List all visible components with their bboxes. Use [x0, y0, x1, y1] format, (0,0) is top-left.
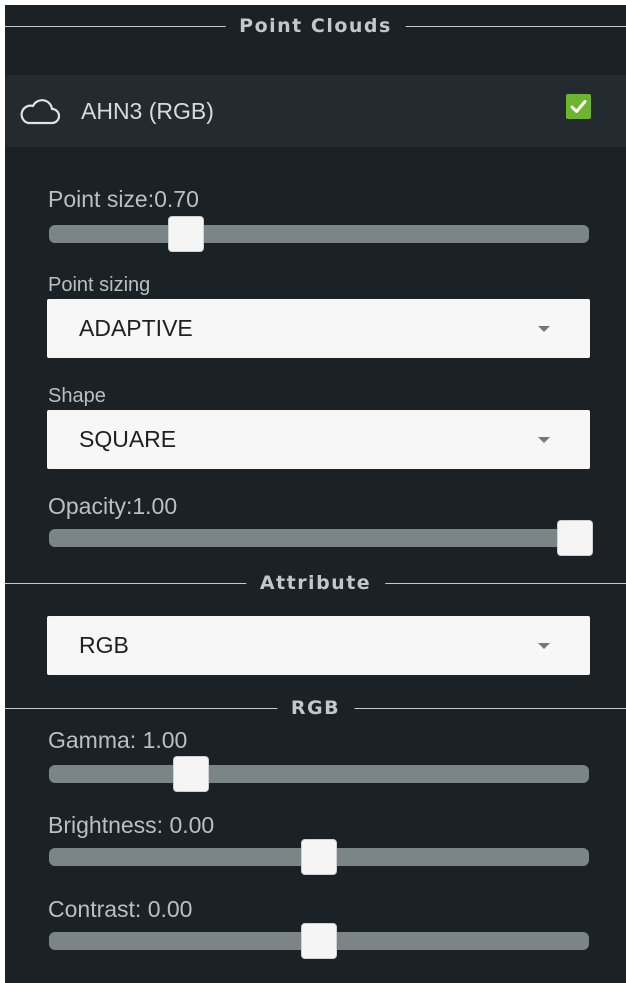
- point-clouds-divider: Point Clouds: [5, 11, 626, 41]
- shape-select[interactable]: SQUARE: [47, 410, 590, 469]
- brightness-slider[interactable]: [49, 839, 589, 875]
- chevron-down-icon: [538, 326, 550, 332]
- cloud-icon: [20, 99, 61, 125]
- opacity-slider-thumb[interactable]: [557, 520, 593, 556]
- contrast-slider[interactable]: [49, 923, 589, 959]
- point-sizing-select[interactable]: ADAPTIVE: [47, 299, 590, 358]
- attribute-value: RGB: [79, 632, 129, 658]
- properties-panel: Point Clouds AHN3 (RGB) Point size:0.70 …: [5, 5, 626, 983]
- shape-label: Shape: [48, 385, 106, 407]
- point-sizing-value: ADAPTIVE: [79, 315, 193, 341]
- chevron-down-icon: [538, 437, 550, 443]
- brightness-slider-thumb[interactable]: [301, 839, 337, 875]
- attribute-divider: Attribute: [5, 568, 626, 598]
- point-cloud-header[interactable]: AHN3 (RGB): [5, 75, 626, 147]
- point-size-slider[interactable]: [49, 216, 589, 252]
- opacity-label: Opacity:1.00: [48, 493, 178, 519]
- gamma-label: Gamma: 1.00: [48, 727, 188, 753]
- attribute-title: Attribute: [245, 568, 386, 598]
- rgb-title: RGB: [276, 693, 355, 723]
- visibility-checkbox[interactable]: [566, 94, 591, 119]
- gamma-slider-thumb[interactable]: [173, 756, 209, 792]
- attribute-select[interactable]: RGB: [47, 616, 590, 675]
- contrast-label: Contrast: 0.00: [48, 896, 193, 922]
- point-size-slider-thumb[interactable]: [167, 216, 204, 252]
- chevron-down-icon: [538, 643, 550, 649]
- brightness-label: Brightness: 0.00: [48, 812, 215, 838]
- point-sizing-label: Point sizing: [48, 274, 151, 296]
- checkmark-icon: [570, 100, 587, 113]
- contrast-slider-thumb[interactable]: [301, 923, 337, 959]
- shape-value: SQUARE: [79, 426, 177, 452]
- point-clouds-title: Point Clouds: [225, 11, 406, 41]
- gamma-slider[interactable]: [49, 756, 589, 792]
- opacity-slider[interactable]: [49, 520, 593, 556]
- rgb-divider: RGB: [5, 693, 626, 723]
- point-cloud-name: AHN3 (RGB): [81, 98, 214, 124]
- point-size-label: Point size:0.70: [48, 186, 199, 212]
